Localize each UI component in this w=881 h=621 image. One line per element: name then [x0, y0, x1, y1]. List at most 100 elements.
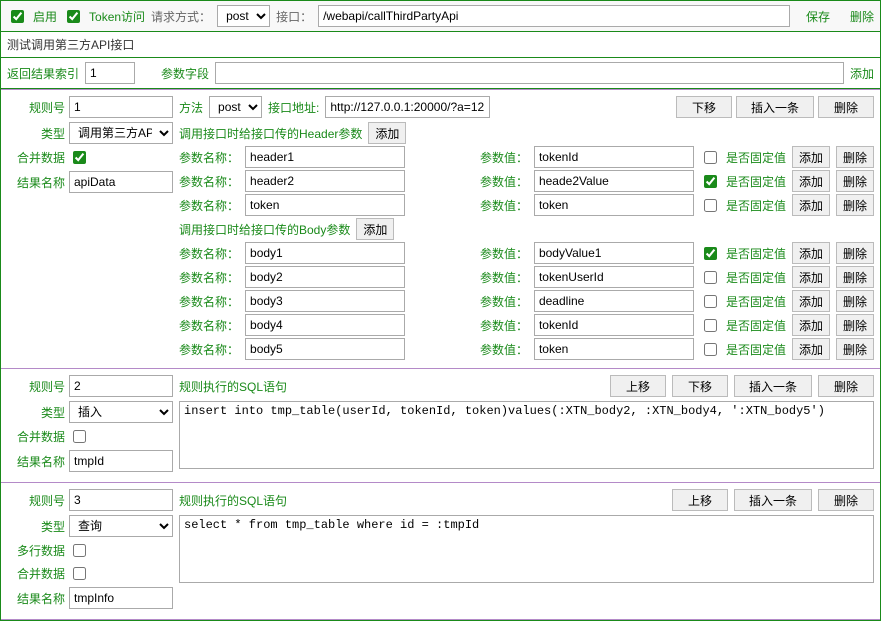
- body-add-button[interactable]: 添加: [792, 290, 830, 312]
- header-param-name-input[interactable]: [245, 146, 405, 168]
- iface-addr-label: 接口地址:: [268, 99, 319, 116]
- body-fixed-checkbox[interactable]: [704, 319, 717, 332]
- token-checkbox[interactable]: [67, 10, 80, 23]
- rule-no-input-2[interactable]: [69, 375, 173, 397]
- body-delete-button[interactable]: 删除: [836, 242, 874, 264]
- add-body-button[interactable]: 添加: [356, 218, 394, 240]
- move-up-button-2[interactable]: 上移: [610, 375, 666, 397]
- body-add-button[interactable]: 添加: [792, 266, 830, 288]
- header-param-name-input[interactable]: [245, 194, 405, 216]
- body-param-row: 参数名称：参数值：是否固定值添加删除: [179, 338, 874, 360]
- merge-label-3: 合并数据: [7, 565, 65, 582]
- move-down-button-2[interactable]: 下移: [672, 375, 728, 397]
- req-method-select[interactable]: post: [217, 5, 270, 27]
- fixed-value-label: 是否固定值: [726, 245, 786, 262]
- body-param-value-input[interactable]: [534, 314, 694, 336]
- add-param-link[interactable]: 添加: [850, 65, 874, 82]
- body-param-value-input[interactable]: [534, 338, 694, 360]
- iface-label: 接口：: [276, 8, 312, 25]
- body-param-name-input[interactable]: [245, 242, 405, 264]
- body-add-button[interactable]: 添加: [792, 338, 830, 360]
- body-param-row: 参数名称：参数值：是否固定值添加删除: [179, 242, 874, 264]
- param-field-input[interactable]: [215, 62, 844, 84]
- header-fixed-checkbox[interactable]: [704, 175, 717, 188]
- delete-rule-button-1[interactable]: 删除: [818, 96, 874, 118]
- move-up-button-3[interactable]: 上移: [672, 489, 728, 511]
- header-param-name-input[interactable]: [245, 170, 405, 192]
- token-label: Token访问: [89, 8, 145, 25]
- delete-rule-button-2[interactable]: 删除: [818, 375, 874, 397]
- result-name-label: 结果名称: [7, 174, 65, 191]
- body-delete-button[interactable]: 删除: [836, 314, 874, 336]
- body-add-button[interactable]: 添加: [792, 314, 830, 336]
- body-delete-button[interactable]: 删除: [836, 290, 874, 312]
- param-name-label: 参数名称：: [179, 341, 239, 358]
- body-delete-button[interactable]: 删除: [836, 338, 874, 360]
- fixed-value-label: 是否固定值: [726, 269, 786, 286]
- body-fixed-checkbox[interactable]: [704, 271, 717, 284]
- method-select-1[interactable]: post: [209, 96, 262, 118]
- result-name-input-2[interactable]: [69, 450, 173, 472]
- top-bar: 启用 Token访问 请求方式： post 接口： 保存 删除: [1, 1, 880, 32]
- result-name-input-1[interactable]: [69, 171, 173, 193]
- body-delete-button[interactable]: 删除: [836, 266, 874, 288]
- result-name-input-3[interactable]: [69, 587, 173, 609]
- iface-addr-input[interactable]: [325, 96, 490, 118]
- body-param-value-input[interactable]: [534, 266, 694, 288]
- insert-button-1[interactable]: 插入一条: [736, 96, 814, 118]
- body-param-row: 参数名称：参数值：是否固定值添加删除: [179, 290, 874, 312]
- merge-checkbox-1[interactable]: [73, 151, 86, 164]
- body-fixed-checkbox[interactable]: [704, 343, 717, 356]
- body-param-name-input[interactable]: [245, 266, 405, 288]
- body-section-label: 调用接口时给接口传的Body参数: [179, 221, 350, 238]
- header-add-button[interactable]: 添加: [792, 170, 830, 192]
- header-delete-button[interactable]: 删除: [836, 146, 874, 168]
- insert-button-2[interactable]: 插入一条: [734, 375, 812, 397]
- delete-link[interactable]: 删除: [850, 8, 874, 25]
- delete-rule-button-3[interactable]: 删除: [818, 489, 874, 511]
- add-header-button[interactable]: 添加: [368, 122, 406, 144]
- merge-checkbox-3[interactable]: [73, 567, 86, 580]
- enable-checkbox[interactable]: [11, 10, 24, 23]
- header-param-row: 参数名称：参数值：是否固定值添加删除: [179, 146, 874, 168]
- result-name-label-2: 结果名称: [7, 453, 65, 470]
- header-add-button[interactable]: 添加: [792, 146, 830, 168]
- merge-checkbox-2[interactable]: [73, 430, 86, 443]
- header-param-value-input[interactable]: [534, 170, 694, 192]
- body-fixed-checkbox[interactable]: [704, 295, 717, 308]
- sql-textarea-2[interactable]: [179, 401, 874, 469]
- sql-section-label-3: 规则执行的SQL语句: [179, 492, 666, 509]
- header-fixed-checkbox[interactable]: [704, 151, 717, 164]
- body-fixed-checkbox[interactable]: [704, 247, 717, 260]
- header-add-button[interactable]: 添加: [792, 194, 830, 216]
- body-param-value-input[interactable]: [534, 242, 694, 264]
- header-param-value-input[interactable]: [534, 194, 694, 216]
- fixed-value-label: 是否固定值: [726, 149, 786, 166]
- fixed-value-label: 是否固定值: [726, 197, 786, 214]
- header-delete-button[interactable]: 删除: [836, 170, 874, 192]
- param-name-label: 参数名称：: [179, 173, 239, 190]
- param-value-label: 参数值：: [480, 197, 528, 214]
- header-fixed-checkbox[interactable]: [704, 199, 717, 212]
- header-param-value-input[interactable]: [534, 146, 694, 168]
- body-add-button[interactable]: 添加: [792, 242, 830, 264]
- rule-no-input-1[interactable]: [69, 96, 173, 118]
- rule-no-label-2: 规则号: [7, 378, 65, 395]
- header-param-row: 参数名称：参数值：是否固定值添加删除: [179, 170, 874, 192]
- insert-button-3[interactable]: 插入一条: [734, 489, 812, 511]
- body-param-name-input[interactable]: [245, 314, 405, 336]
- rule-type-select-2[interactable]: 插入: [69, 401, 173, 423]
- header-delete-button[interactable]: 删除: [836, 194, 874, 216]
- multiline-checkbox-3[interactable]: [73, 544, 86, 557]
- rule-type-select-1[interactable]: 调用第三方API: [69, 122, 173, 144]
- rule-no-input-3[interactable]: [69, 489, 173, 511]
- rule-type-select-3[interactable]: 查询: [69, 515, 173, 537]
- body-param-name-input[interactable]: [245, 338, 405, 360]
- iface-input[interactable]: [318, 5, 790, 27]
- sql-textarea-3[interactable]: [179, 515, 874, 583]
- return-index-input[interactable]: [85, 62, 135, 84]
- move-down-button-1[interactable]: 下移: [676, 96, 732, 118]
- body-param-value-input[interactable]: [534, 290, 694, 312]
- save-link[interactable]: 保存: [806, 8, 830, 25]
- body-param-name-input[interactable]: [245, 290, 405, 312]
